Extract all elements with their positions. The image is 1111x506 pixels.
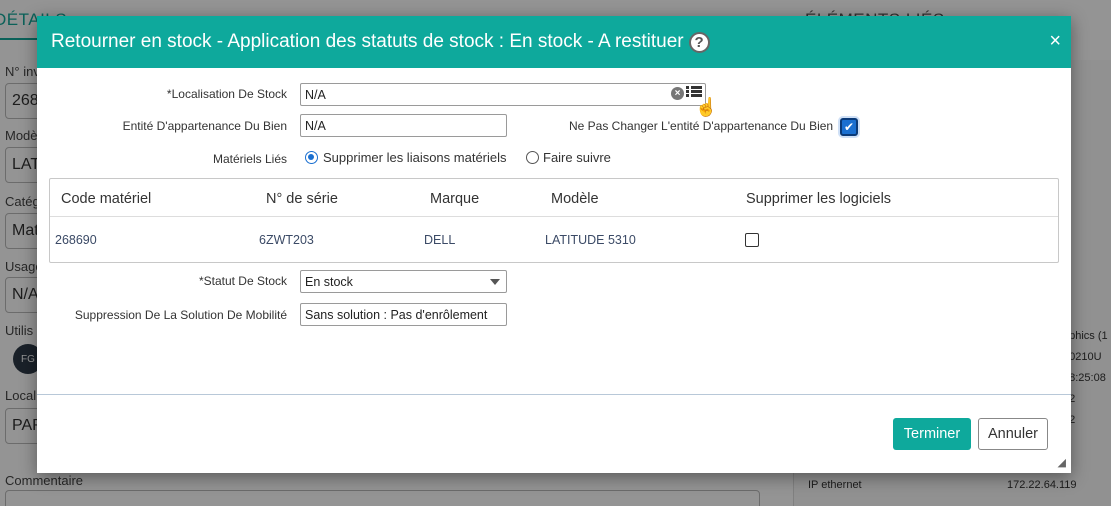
table-cell-code: 268690	[55, 233, 97, 247]
help-icon[interactable]: ?	[688, 31, 710, 53]
table-header-divider	[50, 216, 1058, 217]
pointer-hand-icon: ☝	[695, 97, 718, 117]
localisation-input[interactable]: N/A	[300, 83, 706, 106]
radio-faire-suivre-label[interactable]: Faire suivre	[543, 150, 611, 165]
return-to-stock-modal: Retourner en stock - Application des sta…	[37, 16, 1071, 473]
entite-input[interactable]: N/A	[300, 114, 507, 137]
resize-handle-icon[interactable]: ◢	[1058, 456, 1066, 469]
ne-pas-changer-checkbox[interactable]: ✔	[840, 118, 858, 136]
table-header-supprimer-logiciels[interactable]: Supprimer les logiciels	[746, 191, 891, 207]
ne-pas-changer-label: Ne Pas Changer L'entité D'appartenance D…	[569, 119, 834, 133]
footer-divider	[37, 394, 1071, 395]
localisation-label: *Localisation De Stock	[166, 87, 287, 101]
table-header-modele[interactable]: Modèle	[551, 191, 599, 207]
terminer-button[interactable]: Terminer	[893, 418, 971, 450]
linked-materials-table: Code matériel N° de série Marque Modèle …	[49, 178, 1059, 263]
statut-value: En stock	[305, 275, 353, 289]
close-icon[interactable]: ×	[1049, 30, 1061, 53]
table-cell-marque: DELL	[424, 233, 456, 247]
table-header-marque[interactable]: Marque	[430, 191, 479, 207]
statut-label: *Statut De Stock	[198, 274, 287, 288]
table-header-code[interactable]: Code matériel	[61, 191, 151, 207]
entite-label: Entité D'appartenance Du Bien	[122, 119, 287, 133]
materiels-lies-label: Matériels Liés	[212, 152, 287, 166]
table-cell-modele: LATITUDE 5310	[545, 233, 636, 247]
clear-icon[interactable]: ×	[671, 87, 684, 100]
annuler-button[interactable]: Annuler	[978, 418, 1048, 450]
mobilite-label: Suppression De La Solution De Mobilité	[74, 308, 287, 322]
mobilite-input[interactable]: Sans solution : Pas d'enrôlement	[300, 303, 507, 326]
modal-title: Retourner en stock - Application des sta…	[51, 31, 684, 52]
statut-select[interactable]: En stock	[300, 270, 507, 293]
radio-faire-suivre[interactable]	[526, 151, 539, 164]
table-header-serie[interactable]: N° de série	[266, 191, 338, 207]
radio-supprimer-label[interactable]: Supprimer les liaisons matériels	[323, 150, 507, 165]
chevron-down-icon	[490, 279, 500, 285]
table-cell-serie: 6ZWT203	[259, 233, 314, 247]
modal-header: Retourner en stock - Application des sta…	[37, 16, 1071, 68]
supprimer-logiciels-checkbox[interactable]	[745, 233, 759, 247]
radio-supprimer-liaisons[interactable]	[305, 151, 318, 164]
